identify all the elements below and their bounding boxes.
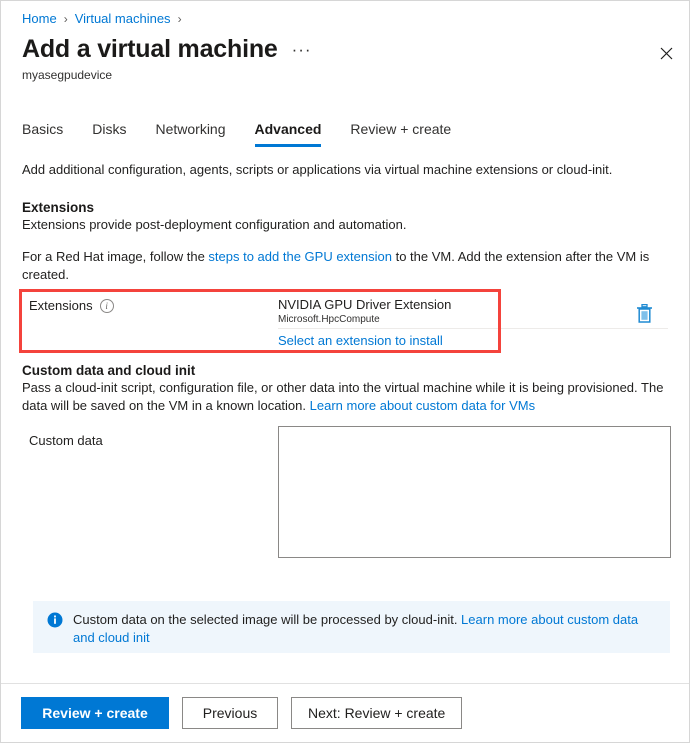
tab-advanced-label: Advanced	[254, 121, 322, 137]
info-banner-text-before: Custom data on the selected image will b…	[73, 612, 462, 627]
tab-networking[interactable]: Networking	[155, 119, 225, 147]
extension-name: NVIDIA GPU Driver Extension	[278, 297, 452, 312]
info-icon[interactable]: i	[99, 299, 114, 313]
breadcrumb-item-virtual-machines[interactable]: Virtual machines	[75, 11, 171, 27]
tab-disks-label: Disks	[92, 121, 127, 137]
trash-icon	[636, 303, 652, 323]
extensions-section-description: Extensions provide post-deployment confi…	[22, 217, 407, 232]
delete-extension-button[interactable]	[633, 302, 655, 324]
tab-basics-label: Basics	[22, 121, 64, 137]
extension-publisher: Microsoft.HpcCompute	[278, 314, 380, 325]
tab-basics[interactable]: Basics	[22, 119, 63, 147]
extensions-field-row: Extensions i NVIDIA GPU Driver Extension…	[22, 293, 668, 350]
close-button[interactable]	[652, 39, 680, 67]
title-row: Add a virtual machine ···	[22, 33, 312, 65]
extensions-field-label-group: Extensions i	[29, 297, 114, 315]
breadcrumb-trailing-separator-icon: ›	[177, 12, 182, 26]
next-review-create-button[interactable]: Next: Review + create	[291, 697, 463, 729]
info-filled-icon	[47, 612, 63, 628]
blade-body: Home › Virtual machines › Add a virtual …	[1, 1, 689, 683]
select-extension-link[interactable]: Select an extension to install	[278, 329, 443, 350]
wizard-footer: Review + create Previous Next: Review + …	[1, 683, 689, 742]
tab-advanced[interactable]: Advanced	[254, 119, 322, 147]
tab-review-create[interactable]: Review + create	[350, 119, 451, 147]
review-create-button[interactable]: Review + create	[21, 697, 169, 729]
add-virtual-machine-blade: Home › Virtual machines › Add a virtual …	[0, 0, 690, 743]
custom-data-section-heading: Custom data and cloud init	[22, 363, 196, 378]
more-options-icon[interactable]: ···	[292, 41, 312, 58]
breadcrumb-item-home[interactable]: Home	[22, 11, 57, 27]
extensions-section-heading: Extensions	[22, 200, 95, 215]
wizard-tabs: Basics Disks Networking Advanced Review …	[22, 119, 480, 147]
custom-data-section-description: Pass a cloud-init script, configuration …	[22, 379, 670, 415]
tab-disks[interactable]: Disks	[92, 119, 126, 147]
custom-data-info-banner: Custom data on the selected image will b…	[33, 601, 670, 653]
breadcrumb-separator-icon: ›	[63, 12, 68, 26]
info-banner-text: Custom data on the selected image will b…	[73, 611, 658, 647]
custom-data-input[interactable]	[278, 426, 671, 558]
custom-data-learn-more-link[interactable]: Learn more about custom data for VMs	[310, 398, 535, 413]
close-icon	[660, 47, 672, 59]
tab-networking-label: Networking	[155, 121, 226, 137]
gpu-extension-steps-link[interactable]: steps to add the GPU extension	[208, 249, 392, 264]
custom-data-description-line1: Pass a cloud-init script, configuration …	[22, 380, 638, 395]
page-subtitle: myasegpudevice	[22, 68, 113, 82]
custom-data-field-label: Custom data	[29, 433, 103, 448]
extensions-field-label: Extensions	[29, 298, 93, 313]
tab-review-create-label: Review + create	[350, 121, 452, 137]
page-title: Add a virtual machine	[22, 35, 278, 63]
redhat-note: For a Red Hat image, follow the steps to…	[22, 248, 667, 284]
previous-button[interactable]: Previous	[182, 697, 278, 729]
breadcrumb: Home › Virtual machines ›	[22, 11, 189, 27]
advanced-intro-text: Add additional configuration, agents, sc…	[22, 162, 613, 177]
extensions-value-group: NVIDIA GPU Driver Extension Microsoft.Hp…	[278, 293, 668, 350]
redhat-note-before: For a Red Hat image, follow the	[22, 249, 209, 264]
